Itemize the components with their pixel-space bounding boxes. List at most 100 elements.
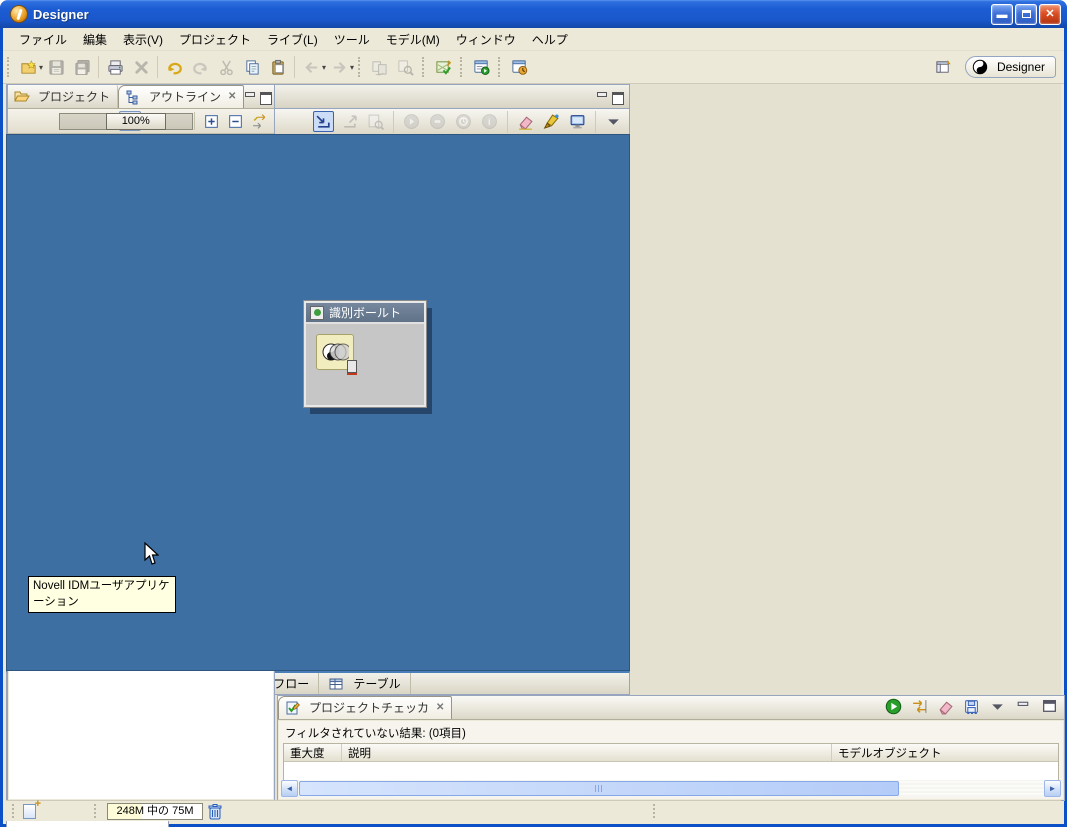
menu-l[interactable]: ライブ(L) bbox=[259, 28, 326, 51]
maximize-view-icon[interactable] bbox=[260, 92, 273, 105]
maximize-button[interactable] bbox=[1015, 3, 1037, 25]
maximize-icon[interactable] bbox=[1038, 696, 1060, 716]
driver-set-icon[interactable] bbox=[316, 334, 357, 375]
minimize-icon[interactable] bbox=[1012, 696, 1034, 716]
main-toolbar: ▾ ▾ ▾ Designer bbox=[3, 51, 1064, 84]
browser-button[interactable] bbox=[507, 55, 531, 79]
checker-table: 重大度 説明 モデルオブジェクト bbox=[283, 743, 1059, 781]
minimize-button[interactable]: ▬ bbox=[991, 3, 1013, 25]
undo-button[interactable] bbox=[162, 55, 186, 79]
zoom-slider[interactable]: 100% bbox=[58, 113, 193, 130]
checker-summary: フィルタされていない結果: (0項目) bbox=[285, 728, 466, 740]
checker-hscrollbar[interactable]: ◄ ► bbox=[281, 780, 1061, 797]
checker-body: フィルタされていない結果: (0項目) 重大度 説明 モデルオブジェクト ◄ ► bbox=[279, 721, 1063, 799]
clear-icon[interactable] bbox=[934, 696, 956, 716]
column-header-モデルオブジェクト[interactable]: モデルオブジェクト bbox=[832, 744, 1058, 761]
garbage-collect-icon[interactable] bbox=[207, 803, 223, 820]
checker-tab-label: プロジェクトチェッカ bbox=[309, 701, 430, 715]
palette-tool-ドライバセット[interactable]: ドライバセット bbox=[7, 823, 168, 827]
record-button[interactable] bbox=[453, 111, 474, 132]
identity-vault-header[interactable]: 識別ボールト bbox=[306, 303, 424, 324]
expand-all-icon[interactable] bbox=[200, 111, 222, 131]
view-menu-icon[interactable] bbox=[986, 696, 1008, 716]
checker-tab[interactable]: プロジェクトチェッカ ✕ bbox=[278, 696, 453, 719]
minimize-view-icon[interactable] bbox=[244, 92, 256, 102]
preview-button[interactable] bbox=[365, 111, 386, 132]
designer-perspective-icon bbox=[972, 59, 988, 75]
export-button[interactable] bbox=[339, 111, 360, 132]
stop-button[interactable] bbox=[427, 111, 448, 132]
vault-title: 識別ボールト bbox=[329, 306, 402, 320]
play-button[interactable] bbox=[401, 111, 422, 132]
copy-button[interactable] bbox=[240, 55, 264, 79]
redo-button bbox=[188, 55, 212, 79]
column-header-説明[interactable]: 説明 bbox=[342, 744, 832, 761]
hscrollbar-thumb[interactable] bbox=[299, 781, 899, 796]
tooltip: Novell IDMユーザアプリケーション bbox=[28, 576, 176, 614]
outline-tab-アウトライン[interactable]: アウトライン ✕ bbox=[118, 85, 245, 108]
back-button bbox=[299, 55, 323, 79]
status-bar: 248M 中の 75M bbox=[6, 798, 1061, 821]
new-button[interactable] bbox=[16, 55, 40, 79]
menu-[interactable]: 編集 bbox=[75, 28, 115, 51]
scroll-left-icon[interactable]: ◄ bbox=[281, 780, 298, 797]
mode-tab-テーブル[interactable]: テーブル bbox=[319, 673, 411, 694]
minimize-editor-icon[interactable] bbox=[596, 92, 608, 102]
vault-icon bbox=[310, 305, 324, 320]
menu-[interactable]: ヘルプ bbox=[524, 28, 576, 51]
menu-[interactable]: ツール bbox=[326, 28, 378, 51]
close-tab-icon[interactable]: ✕ bbox=[228, 91, 236, 102]
column-header-重大度[interactable]: 重大度 bbox=[284, 744, 342, 761]
import-button[interactable] bbox=[313, 111, 334, 132]
eraser-button[interactable] bbox=[515, 111, 536, 132]
paste-button[interactable] bbox=[266, 55, 290, 79]
menu-m[interactable]: モデル(M) bbox=[378, 28, 448, 51]
link-editor-icon[interactable] bbox=[248, 111, 270, 131]
menu-[interactable]: ファイル bbox=[11, 28, 75, 51]
outline-icon bbox=[125, 89, 141, 105]
modeler-check-button[interactable] bbox=[431, 55, 455, 79]
zoom-level[interactable]: 100% bbox=[105, 113, 166, 130]
brush-button[interactable] bbox=[541, 111, 562, 132]
search-button bbox=[393, 55, 417, 79]
app-icon bbox=[10, 5, 28, 23]
svg-text:i: i bbox=[488, 117, 491, 128]
project-checker-view: プロジェクトチェッカ ✕ フィルタされていない結果: (0項目) 重大度 説明 モデ… bbox=[277, 695, 1065, 801]
menu-[interactable]: ウィンドウ bbox=[448, 28, 524, 51]
view-menu-button[interactable] bbox=[603, 111, 624, 132]
info-button[interactable]: i bbox=[479, 111, 500, 132]
filter-results-icon[interactable] bbox=[908, 696, 930, 716]
maximize-editor-icon[interactable] bbox=[612, 92, 624, 105]
compare-button bbox=[367, 55, 391, 79]
close-button[interactable]: ✕ bbox=[1039, 3, 1061, 25]
collapse-all-icon[interactable] bbox=[224, 111, 246, 131]
close-checker-icon[interactable]: ✕ bbox=[436, 702, 444, 713]
perspective-designer-button[interactable]: Designer bbox=[964, 56, 1056, 78]
cut-button bbox=[214, 55, 238, 79]
scroll-right-icon[interactable]: ► bbox=[1044, 780, 1061, 797]
run-report-button[interactable] bbox=[469, 55, 493, 79]
application-window: Designer ▬ ✕ ファイル 編集 表示(V) プロジェクト ライブ(L) ツールモ… bbox=[0, 0, 1067, 827]
save-results-icon[interactable] bbox=[960, 696, 982, 716]
menu-[interactable]: プロジェクト bbox=[171, 28, 259, 51]
checker-icon bbox=[285, 700, 301, 716]
checker-tab-bar: プロジェクトチェッカ ✕ bbox=[278, 696, 1064, 720]
identity-vault-node[interactable]: 識別ボールト bbox=[303, 300, 427, 408]
outline-tab-プロジェクト[interactable]: プロジェクト bbox=[8, 85, 119, 108]
new-dropdown-icon[interactable]: ▾ bbox=[39, 63, 43, 72]
main-area: プロジェクトアウトライン✕ myprojectパッケージカタログCommonAc… bbox=[6, 84, 1065, 827]
open-perspective-button[interactable] bbox=[932, 55, 956, 79]
save-button bbox=[44, 55, 68, 79]
identity-vault-body[interactable] bbox=[306, 324, 424, 405]
delete-button bbox=[129, 55, 153, 79]
title-bar: Designer ▬ ✕ bbox=[0, 0, 1067, 28]
print-button[interactable] bbox=[103, 55, 127, 79]
outline-view-tabs: プロジェクト アウトライン ✕ bbox=[8, 85, 274, 109]
perspective-label: Designer bbox=[996, 60, 1045, 74]
fast-view-icon[interactable] bbox=[23, 798, 41, 819]
mouse-cursor bbox=[144, 542, 159, 565]
menu-v[interactable]: 表示(V) bbox=[115, 28, 171, 51]
run-check-icon[interactable] bbox=[882, 696, 904, 716]
display-button[interactable] bbox=[567, 111, 588, 132]
menu-bar: ファイル 編集 表示(V) プロジェクト ライブ(L) ツール モデル(M) ウィンドウ ヘルプ bbox=[3, 28, 1064, 51]
